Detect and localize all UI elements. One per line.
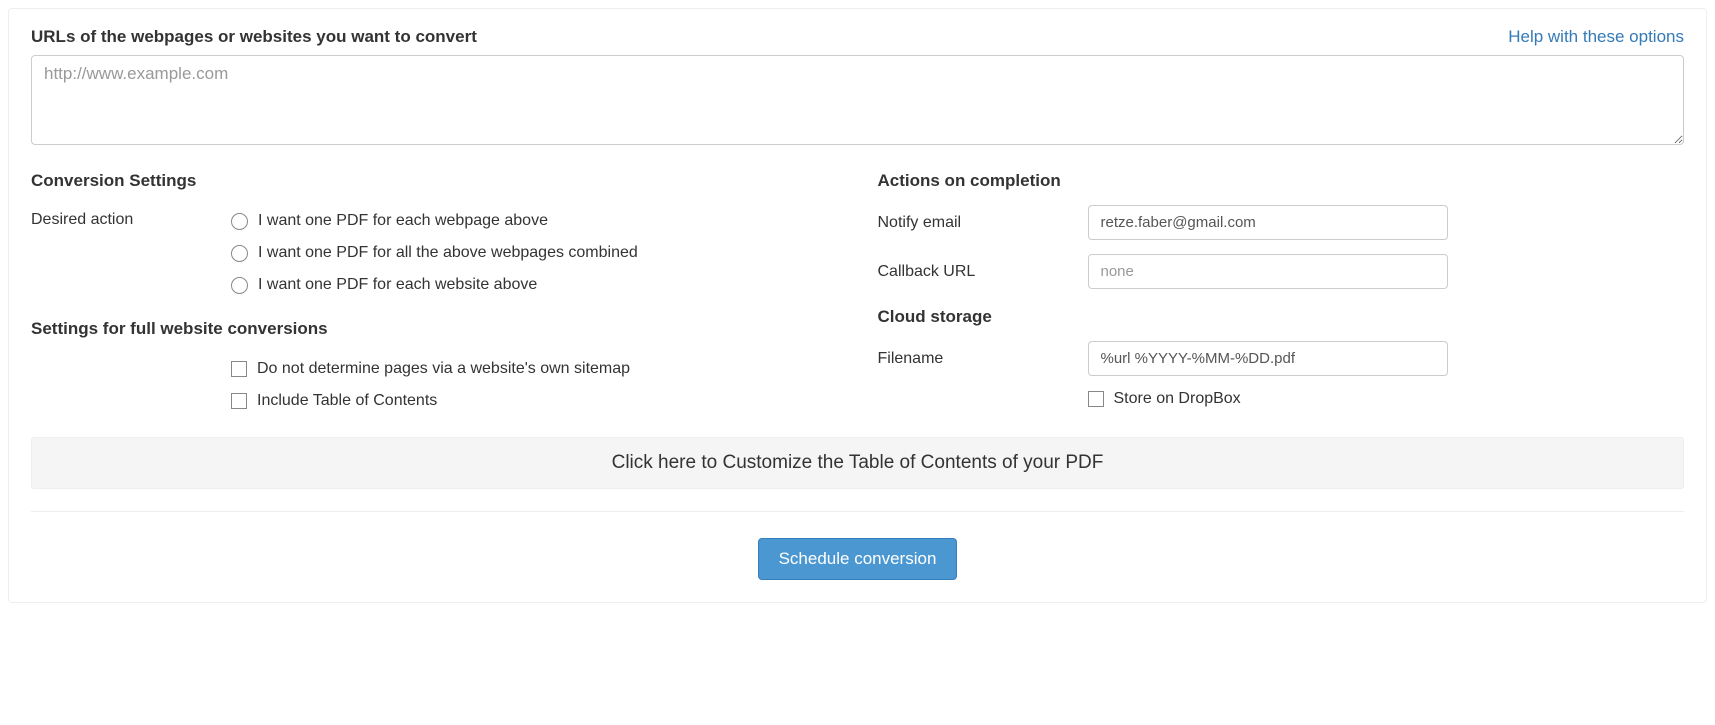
urls-textarea[interactable] [31,55,1684,145]
settings-panel: URLs of the webpages or websites you wan… [8,8,1707,603]
radio-icon[interactable] [231,213,248,230]
urls-label: URLs of the webpages or websites you wan… [31,27,477,47]
notify-email-row: Notify email [878,205,1685,240]
radio-icon[interactable] [231,277,248,294]
checkbox-include-toc[interactable]: Include Table of Contents [231,385,838,417]
submit-wrap: Schedule conversion [31,538,1684,580]
schedule-conversion-button[interactable]: Schedule conversion [758,538,958,580]
radio-one-pdf-combined[interactable]: I want one PDF for all the above webpage… [231,237,838,269]
radio-icon[interactable] [231,245,248,262]
header-row: URLs of the webpages or websites you wan… [31,27,1684,47]
full-website-heading: Settings for full website conversions [31,319,838,339]
radio-one-pdf-per-website[interactable]: I want one PDF for each website above [231,269,838,301]
dropbox-row: Store on DropBox [878,390,1685,408]
notify-email-label: Notify email [878,214,1088,232]
cloud-storage-heading: Cloud storage [878,307,1685,327]
right-column: Actions on completion Notify email Callb… [878,171,1685,423]
help-link[interactable]: Help with these options [1508,27,1684,47]
notify-email-input[interactable] [1088,205,1448,240]
filename-label: Filename [878,350,1088,368]
radio-one-pdf-per-webpage[interactable]: I want one PDF for each webpage above [231,205,838,237]
checkbox-label: Store on DropBox [1114,390,1241,408]
full-website-options-row: Do not determine pages via a website's o… [31,353,838,417]
radio-label: I want one PDF for each website above [258,276,537,294]
separator [31,511,1684,512]
checkbox-label: Include Table of Contents [257,392,437,410]
desired-action-row: Desired action I want one PDF for each w… [31,205,838,301]
actions-on-completion-heading: Actions on completion [878,171,1685,191]
desired-action-label: Desired action [31,205,231,229]
filename-row: Filename [878,341,1685,376]
callback-url-label: Callback URL [878,263,1088,281]
checkbox-icon[interactable] [1088,391,1104,407]
empty-label [31,353,231,359]
checkbox-no-sitemap[interactable]: Do not determine pages via a website's o… [231,353,838,385]
radio-label: I want one PDF for all the above webpage… [258,244,638,262]
callback-url-row: Callback URL [878,254,1685,289]
callback-url-input[interactable] [1088,254,1448,289]
left-column: Conversion Settings Desired action I wan… [31,171,838,423]
checkbox-store-dropbox[interactable]: Store on DropBox [1088,390,1241,408]
checkbox-icon[interactable] [231,393,247,409]
customize-toc-bar[interactable]: Click here to Customize the Table of Con… [31,437,1684,489]
columns: Conversion Settings Desired action I wan… [31,171,1684,423]
full-website-options: Do not determine pages via a website's o… [231,353,838,417]
radio-label: I want one PDF for each webpage above [258,212,548,230]
filename-input[interactable] [1088,341,1448,376]
checkbox-label: Do not determine pages via a website's o… [257,360,630,378]
conversion-settings-heading: Conversion Settings [31,171,838,191]
checkbox-icon[interactable] [231,361,247,377]
desired-action-options: I want one PDF for each webpage above I … [231,205,838,301]
